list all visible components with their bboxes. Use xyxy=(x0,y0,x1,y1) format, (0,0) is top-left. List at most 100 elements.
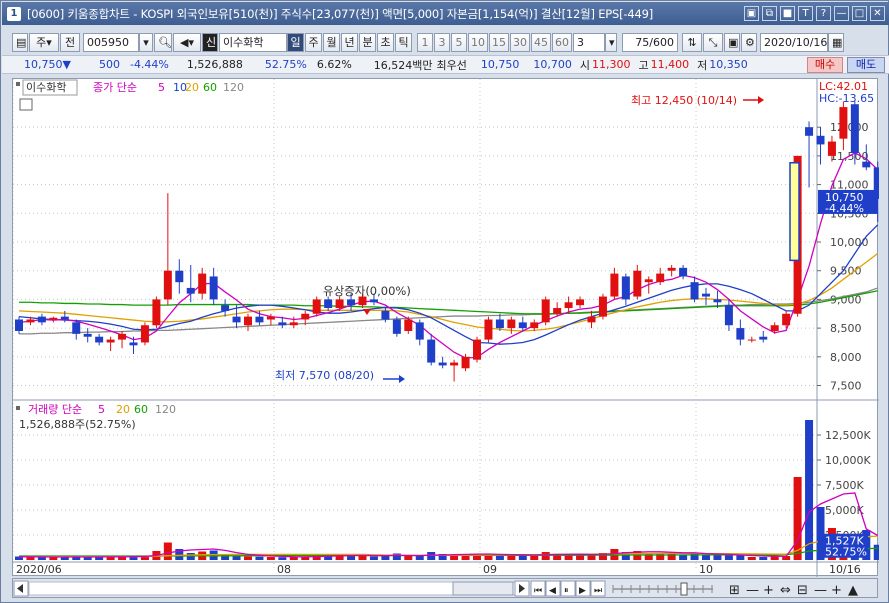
prev-button[interactable]: 전 xyxy=(60,32,80,52)
volume-ma5-line xyxy=(18,492,879,558)
period-tab-2[interactable]: 월 xyxy=(323,32,340,52)
title-button-0[interactable]: ▣ xyxy=(744,6,759,21)
candle-body xyxy=(770,325,779,331)
title-button-1[interactable]: ⧉ xyxy=(762,6,777,21)
stock-name-field[interactable]: 이수화학 xyxy=(219,32,287,52)
speaker-icon[interactable]: ◀▾ xyxy=(173,32,201,52)
calendar-icon[interactable]: ▦ xyxy=(828,32,844,52)
interval-button-7[interactable]: 60 xyxy=(552,32,572,52)
scroll-track[interactable] xyxy=(28,581,516,596)
interval-button-6[interactable]: 45 xyxy=(531,32,551,52)
period-tab-1[interactable]: 주 xyxy=(305,32,322,52)
candle-body xyxy=(129,342,138,346)
zoom-control-icon[interactable]: + xyxy=(831,583,842,598)
volume-bar xyxy=(530,556,539,560)
candle-body xyxy=(278,322,287,326)
zoom-control-icon[interactable]: — xyxy=(746,583,759,598)
period-tab-4[interactable]: 분 xyxy=(359,32,376,52)
title-button-2[interactable]: ■ xyxy=(780,6,795,21)
zoom-control-icon[interactable]: ▲ xyxy=(848,583,858,598)
interval-button-4[interactable]: 15 xyxy=(489,32,509,52)
interval-spinner-icon[interactable]: ▾ xyxy=(605,32,617,52)
playback-icon[interactable]: ◀ xyxy=(549,586,556,596)
interval-button-5[interactable]: 30 xyxy=(510,32,530,52)
candle-body xyxy=(221,305,230,311)
title-button-7[interactable]: ✕ xyxy=(870,6,885,21)
period-tab-3[interactable]: 년 xyxy=(341,32,358,52)
title-button-6[interactable]: □ xyxy=(852,6,867,21)
title-button-3[interactable]: T xyxy=(798,6,813,21)
playback-icon[interactable]: ⏭ xyxy=(594,586,602,596)
candle-tool-icon[interactable]: ⇅ xyxy=(682,32,702,52)
zoom-slider-thumb[interactable] xyxy=(680,582,688,596)
candle-body xyxy=(679,267,688,277)
count-input[interactable]: 75/600 xyxy=(622,32,678,52)
candle-body xyxy=(862,161,871,168)
candle-body xyxy=(415,322,424,340)
layout-icon[interactable]: ▤ xyxy=(12,32,28,52)
volume-bar xyxy=(518,556,527,560)
volume-tick-label: 10,000K xyxy=(825,454,871,467)
interval-buttons: 1 3 5 10 15 30 45 60 xyxy=(417,32,573,52)
candle-body xyxy=(72,322,81,334)
candle-body xyxy=(60,316,69,320)
candle-body xyxy=(724,305,733,326)
interval-button-0[interactable]: 1 xyxy=(417,32,433,52)
volume-tick-label: 12,500K xyxy=(825,429,871,442)
playback-icon[interactable]: ⏸ xyxy=(564,586,569,596)
period-tab-5[interactable]: 초 xyxy=(377,32,394,52)
candle-body xyxy=(186,287,195,294)
zoom-control-icon[interactable]: ⊟ xyxy=(797,583,808,598)
playback-icon[interactable]: ▶ xyxy=(579,586,586,596)
scroll-thumb[interactable] xyxy=(452,581,514,596)
candle-body xyxy=(209,276,218,300)
save-icon[interactable]: ▣ xyxy=(724,32,740,52)
candle-body xyxy=(759,336,768,340)
candle-body xyxy=(26,319,35,323)
buy-button[interactable]: 매수 xyxy=(807,57,843,73)
zoom-control-icon[interactable]: ⇔ xyxy=(780,583,791,598)
volume-legend-period: 60 xyxy=(134,403,148,416)
date-input[interactable]: 2020/10/16 xyxy=(760,32,828,52)
quote-low-label: 저 xyxy=(697,58,708,72)
interval-button-2[interactable]: 5 xyxy=(451,32,467,52)
high-annotation: 최고 12,450 (10/14) xyxy=(631,94,737,107)
gear-icon[interactable]: ⚙ xyxy=(741,32,757,52)
volume-bar xyxy=(266,557,275,560)
x-tick-label: 2020/06 xyxy=(16,563,62,576)
chart-area[interactable]: 12,00011,50011,00010,50010,0009,5009,000… xyxy=(12,78,882,577)
zoom-control-icon[interactable]: — xyxy=(814,583,827,598)
candle-body xyxy=(656,273,665,283)
volume-legend-label: 거래량 단순 xyxy=(28,403,82,416)
candle-body xyxy=(95,336,104,343)
candle-body xyxy=(232,316,241,323)
title-button-4[interactable]: ? xyxy=(816,6,831,21)
legend-ma-period: 5 xyxy=(158,81,165,94)
draw-tool-icon[interactable]: ⤡ xyxy=(703,32,723,52)
period-tab-6[interactable]: 틱 xyxy=(395,32,412,52)
candle-body xyxy=(782,313,791,326)
volume-bar xyxy=(587,555,596,560)
stock-code-input[interactable]: 005950 xyxy=(83,32,139,52)
legend-ma-period: 120 xyxy=(223,81,244,94)
stock-code-dropdown-icon[interactable]: ▾ xyxy=(139,32,153,52)
bottom-controls: ⏮ ◀ ⏸ ▶ ⏭ ⊞ — + ⇔ ⊟ — + ▲ xyxy=(13,580,858,598)
interval-button-1[interactable]: 3 xyxy=(434,32,450,52)
candle-body xyxy=(736,328,745,340)
interval-button-3[interactable]: 10 xyxy=(468,32,488,52)
volume-legend-value: 1,526,888주(52.75%) xyxy=(19,418,136,431)
sell-button[interactable]: 매도 xyxy=(847,57,885,73)
playback-icon[interactable]: ⏮ xyxy=(534,586,542,596)
type-select[interactable]: 주▾ xyxy=(29,32,59,52)
chart-svg[interactable]: 12,00011,50011,00010,50010,0009,5009,000… xyxy=(12,79,882,577)
zoom-control-icon[interactable]: ⊞ xyxy=(729,583,740,598)
scroll-bar[interactable]: ⏮ ◀ ⏸ ▶ ⏭ ⊞ — + ⇔ ⊟ — + ▲ xyxy=(12,578,878,598)
period-tab-0[interactable]: 일 xyxy=(287,32,304,52)
candle-body xyxy=(473,339,481,360)
candle-body xyxy=(816,135,825,145)
search-icon[interactable]: 🔍︎ xyxy=(154,32,172,52)
candle-body xyxy=(702,293,710,297)
title-button-5[interactable]: — xyxy=(834,6,849,21)
zoom-control-icon[interactable]: + xyxy=(763,583,774,598)
interval-input[interactable]: 3 xyxy=(573,32,605,52)
